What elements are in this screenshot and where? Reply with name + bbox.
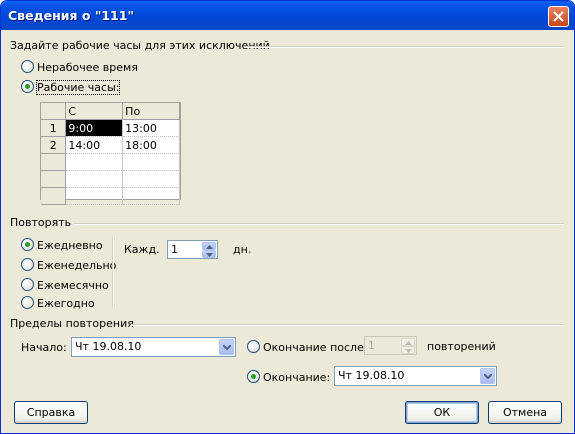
spin-up-icon [405, 341, 412, 345]
end-date-dropdown-button[interactable] [480, 368, 495, 384]
radio-yearly-label: Ежегодно [37, 297, 95, 310]
grid-corner-cell [41, 103, 67, 120]
cell-to[interactable]: 13:00 [122, 119, 180, 137]
every-spinner[interactable]: 1 [167, 240, 218, 259]
every-spin-buttons[interactable] [202, 242, 216, 259]
spin-down-icon [206, 253, 213, 257]
range-group-label: Пределы повторения [10, 317, 134, 330]
cell-from[interactable]: 14:00 [65, 136, 124, 154]
radio-circle-icon [21, 258, 34, 271]
cell-from[interactable] [65, 170, 124, 188]
title-bar[interactable]: Сведения о "111" [1, 1, 574, 30]
table-row [41, 153, 180, 171]
window-title: Сведения о "111" [8, 8, 134, 23]
spin-up-button[interactable] [202, 242, 216, 250]
close-button[interactable] [548, 6, 569, 27]
table-row [41, 187, 180, 205]
radio-monthly[interactable]: Ежемесячно [21, 278, 109, 292]
end-after-spin-buttons[interactable] [401, 338, 415, 355]
table-row: 2 14:00 18:00 [41, 136, 180, 154]
radio-selected-icon [247, 370, 260, 383]
spin-down-icon [405, 349, 412, 353]
radio-end-after-label: Окончание после [263, 341, 364, 354]
radio-selected-icon [21, 80, 34, 93]
end-date-value: Чт 19.08.10 [338, 369, 405, 382]
end-after-value: 1 [368, 339, 375, 352]
row-number[interactable] [41, 187, 67, 205]
start-date-dropdown-button[interactable] [219, 339, 234, 355]
occurrences-label: повторений [427, 340, 496, 353]
close-icon [553, 11, 564, 22]
row-number[interactable] [41, 170, 67, 188]
range-separator [131, 324, 564, 326]
radio-circle-icon [21, 296, 34, 309]
cell-from[interactable] [65, 153, 124, 171]
unit-label: дн. [233, 243, 252, 256]
start-label: Начало: [21, 341, 67, 354]
spin-down-button[interactable] [202, 250, 216, 258]
dialog-window: Сведения о "111" Задайте рабочие часы дл… [0, 0, 575, 434]
cell-to[interactable]: 18:00 [122, 136, 180, 154]
radio-monthly-label: Ежемесячно [37, 279, 109, 292]
cell-from[interactable] [65, 187, 124, 205]
chevron-down-icon [484, 374, 492, 379]
row-number[interactable]: 1 [41, 119, 67, 137]
spin-up-button[interactable] [401, 338, 415, 346]
row-number[interactable] [41, 153, 67, 171]
every-label: Кажд. [124, 243, 160, 256]
radio-daily-label: Ежедневно [37, 239, 103, 252]
spin-down-button[interactable] [401, 346, 415, 354]
column-header-to[interactable]: По [122, 103, 180, 120]
radio-end-by[interactable]: Окончание: [247, 370, 330, 384]
ok-button[interactable]: ОК [405, 401, 479, 424]
help-button[interactable]: Справка [14, 401, 88, 424]
radio-daily[interactable]: Ежедневно [21, 238, 103, 252]
work-hours-group-label: Задайте рабочие часы для этих исключений [10, 39, 270, 52]
work-hours-grid[interactable]: С По 1 9:00 13:00 2 14:00 18:00 [40, 102, 181, 205]
end-date-select[interactable]: Чт 19.08.10 [334, 366, 497, 386]
repeat-divider [112, 236, 114, 308]
work-hours-separator [244, 46, 564, 48]
radio-circle-icon [21, 278, 34, 291]
table-row [41, 170, 180, 188]
cell-to[interactable] [122, 153, 180, 171]
radio-circle-icon [247, 340, 260, 353]
spin-up-icon [206, 245, 213, 249]
cancel-button[interactable]: Отмена [488, 401, 562, 424]
end-after-spinner[interactable]: 1 [364, 336, 417, 355]
radio-selected-icon [21, 238, 34, 251]
radio-working-hours[interactable]: Рабочие часы: [21, 80, 121, 95]
cell-from[interactable]: 9:00 [65, 119, 124, 137]
dialog-body: Задайте рабочие часы для этих исключений… [4, 30, 570, 430]
radio-end-by-label: Окончание: [263, 371, 331, 384]
radio-nonworking-label: Нерабочее время [37, 61, 138, 74]
cell-to[interactable] [122, 187, 180, 205]
radio-weekly-label: Еженедельно [37, 259, 117, 272]
cell-to[interactable] [122, 170, 180, 188]
column-header-from[interactable]: С [65, 103, 124, 120]
repeat-separator [74, 223, 564, 225]
chevron-down-icon [223, 345, 231, 350]
row-number[interactable]: 2 [41, 136, 67, 154]
radio-end-after[interactable]: Окончание после [247, 340, 364, 354]
radio-nonworking[interactable]: Нерабочее время [21, 60, 138, 74]
radio-weekly[interactable]: Еженедельно [21, 258, 116, 272]
grid-header-row: С По [41, 103, 180, 120]
radio-circle-icon [21, 60, 34, 73]
start-date-select[interactable]: Чт 19.08.10 [71, 337, 236, 357]
table-row: 1 9:00 13:00 [41, 119, 180, 137]
radio-working-hours-label: Рабочие часы: [35, 80, 121, 95]
start-date-value: Чт 19.08.10 [75, 340, 142, 353]
radio-yearly[interactable]: Ежегодно [21, 296, 95, 310]
every-value: 1 [171, 243, 178, 256]
repeat-group-label: Повторять [10, 216, 72, 229]
